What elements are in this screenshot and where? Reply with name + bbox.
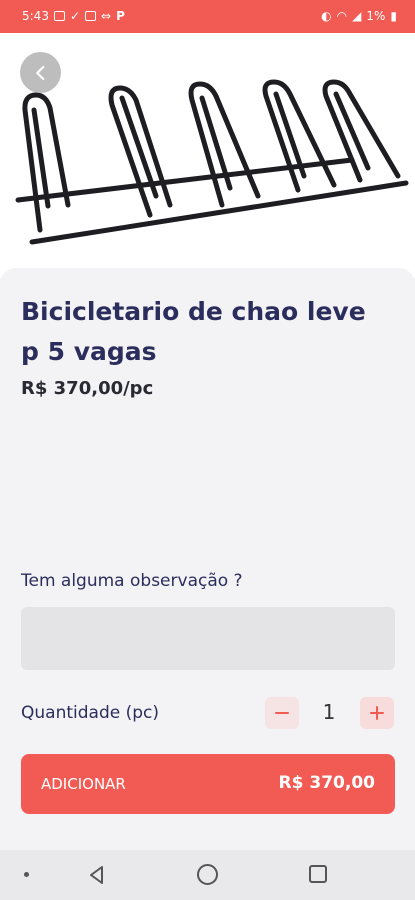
status-left: 5:43 ✓ ⇔ P [22, 9, 125, 23]
plus-icon [370, 706, 384, 720]
nav-back-icon[interactable] [86, 864, 108, 886]
nav-home-icon[interactable] [197, 864, 218, 885]
usb-icon: ⇔ [101, 9, 112, 23]
signal-icon: ◢ [352, 9, 362, 23]
quantity-value: 1 [322, 700, 336, 724]
product-title: Bicicletario de chao leve p 5 vagas [21, 297, 366, 366]
minus-icon [275, 712, 289, 714]
parking-icon: P [116, 9, 125, 23]
system-nav-bar [0, 850, 415, 900]
battery-icon: ▮ [390, 9, 397, 23]
quantity-increase-button[interactable] [360, 697, 394, 729]
nav-recent-apps-icon[interactable] [309, 865, 327, 883]
wifi-icon: ◠ [336, 9, 348, 23]
nav-dot-icon [24, 872, 29, 877]
product-price: R$ 370,00/pc [21, 378, 154, 399]
quantity-decrease-button[interactable] [265, 697, 299, 729]
checkmark-icon: ✓ [69, 9, 81, 23]
back-button[interactable] [20, 52, 61, 93]
status-right: ◐ ◠ ◢ 1% ▮ [321, 9, 397, 23]
add-to-cart-button[interactable]: ADICIONAR R$ 370,00 [21, 754, 395, 814]
quantity-label: Quantidade (pc) [21, 703, 160, 723]
add-button-label: ADICIONAR [41, 775, 126, 793]
add-button-total: R$ 370,00 [278, 773, 375, 793]
vibrate-icon: ◐ [321, 9, 332, 23]
bike-rack-image [15, 79, 409, 245]
status-bar: 5:43 ✓ ⇔ P ◐ ◠ ◢ 1% ▮ [0, 0, 415, 33]
notification-icon [53, 11, 65, 21]
battery-percent: 1% [366, 9, 386, 23]
product-image [0, 33, 415, 278]
notification-off-icon [85, 11, 97, 21]
chevron-left-icon [35, 65, 44, 80]
observation-input[interactable] [21, 607, 395, 670]
status-time: 5:43 [22, 9, 49, 23]
observation-label: Tem alguma observação ? [21, 571, 243, 591]
